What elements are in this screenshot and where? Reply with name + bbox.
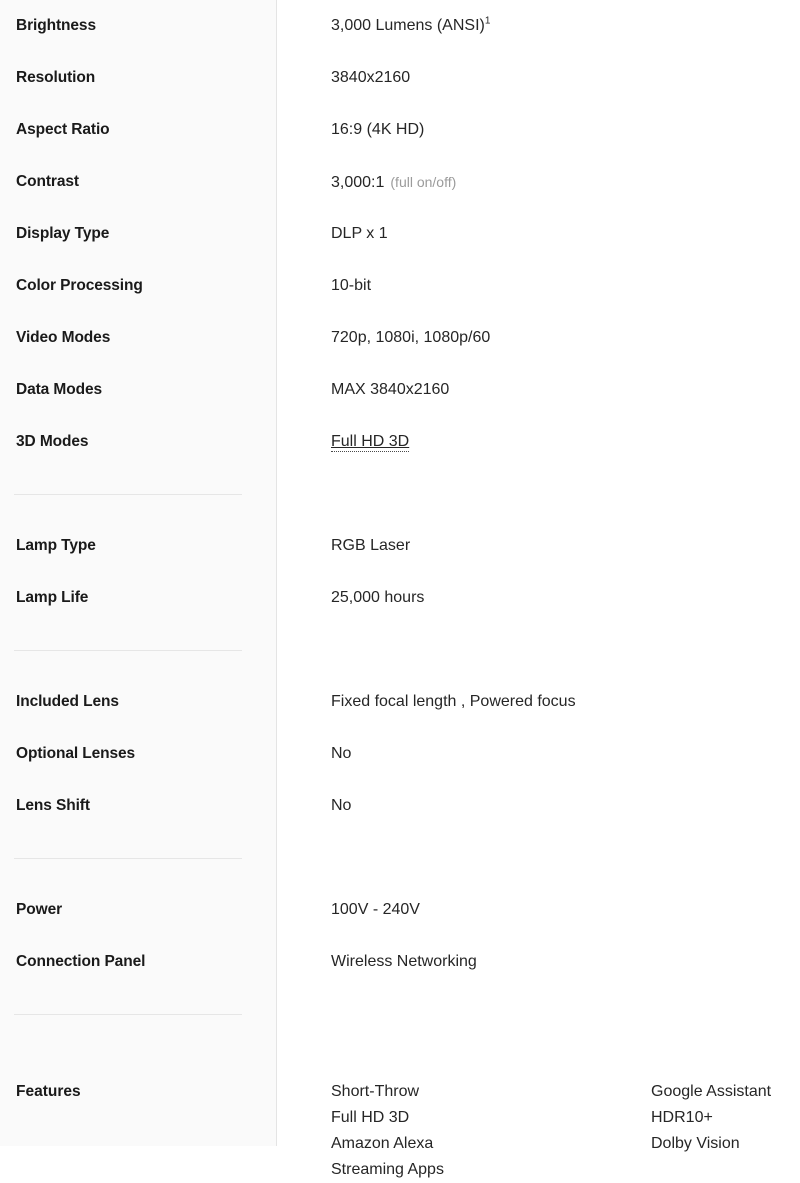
features-columns: Short-Throw Full HD 3D Amazon Alexa Stre… xyxy=(277,1040,800,1183)
spec-value-contrast-text: 3,000:1 xyxy=(331,174,385,191)
feature-item: Full HD 3D xyxy=(331,1109,410,1126)
spec-value-data-modes: MAX 3840x2160 xyxy=(331,381,450,398)
spec-label-lamp-type: Lamp Type xyxy=(16,537,96,554)
spec-value-video-modes: 720p, 1080i, 1080p/60 xyxy=(331,329,491,346)
spec-value-color-processing: 10-bit xyxy=(331,277,372,294)
features-column-2: Google Assistant HDR10+ Dolby Vision xyxy=(651,1079,771,1183)
spec-row-display-type: Display Type DLP x 1 xyxy=(0,208,800,260)
spec-value-display-type: DLP x 1 xyxy=(331,225,388,242)
spec-value-included-lens: Fixed focal length , Powered focus xyxy=(331,693,576,710)
divider-line-features xyxy=(0,988,800,1040)
section-divider-lens xyxy=(0,624,800,676)
spec-value-power: 100V - 240V xyxy=(331,901,420,918)
spec-label-lens-shift: Lens Shift xyxy=(16,797,90,814)
spec-label-data-modes: Data Modes xyxy=(16,381,102,398)
spec-row-included-lens: Included Lens Fixed focal length , Power… xyxy=(0,676,800,728)
spec-label-video-modes: Video Modes xyxy=(16,329,111,346)
spec-label-resolution: Resolution xyxy=(16,69,96,86)
spec-value-brightness-footnote: 1 xyxy=(484,15,491,27)
spec-value-optional-lenses: No xyxy=(331,745,352,762)
feature-item: Streaming Apps xyxy=(331,1161,444,1178)
product-spec-sheet: Brightness 3,000 Lumens (ANSI)1 Resoluti… xyxy=(0,0,800,1178)
spec-value-lamp-type: RGB Laser xyxy=(331,537,411,554)
spec-row-3d-modes: 3D Modes Full HD 3D xyxy=(0,416,800,468)
features-column-1: Short-Throw Full HD 3D Amazon Alexa Stre… xyxy=(331,1079,651,1183)
spec-row-connection-panel: Connection Panel Wireless Networking xyxy=(0,936,800,988)
spec-row-data-modes: Data Modes MAX 3840x2160 xyxy=(0,364,800,416)
spec-label-display-type: Display Type xyxy=(16,225,110,242)
spec-value-3d-modes: Full HD 3D xyxy=(277,416,800,468)
spec-row-resolution: Resolution 3840x2160 xyxy=(0,52,800,104)
feature-item: Google Assistant xyxy=(651,1083,772,1100)
spec-rows-container: Brightness 3,000 Lumens (ANSI)1 Resoluti… xyxy=(0,0,800,1183)
spec-row-contrast: Contrast 3,000:1 (full on/off) xyxy=(0,156,800,208)
spec-value-contrast: 3,000:1 (full on/off) xyxy=(277,156,800,209)
spec-value-3d-modes-tooltip-link[interactable]: Full HD 3D xyxy=(331,433,410,452)
section-divider-features xyxy=(0,988,800,1040)
spec-row-brightness: Brightness 3,000 Lumens (ANSI)1 xyxy=(0,0,800,52)
feature-item: Amazon Alexa xyxy=(331,1135,434,1152)
spec-label-features: Features xyxy=(16,1083,81,1100)
divider-line-lamp xyxy=(0,468,800,520)
spec-row-features: Features Short-Throw Full HD 3D Amazon A… xyxy=(0,1040,800,1183)
spec-value-contrast-note: (full on/off) xyxy=(390,174,457,190)
divider-line-lens xyxy=(0,624,800,676)
feature-item: HDR10+ xyxy=(651,1109,713,1126)
spec-row-lens-shift: Lens Shift No xyxy=(0,780,800,832)
spec-label-3d-modes: 3D Modes xyxy=(16,433,89,450)
spec-label-aspect-ratio: Aspect Ratio xyxy=(16,121,110,138)
spec-label-brightness: Brightness xyxy=(16,17,96,34)
spec-label-power: Power xyxy=(16,901,63,918)
spec-value-lens-shift: No xyxy=(331,797,352,814)
spec-value-lamp-life: 25,000 hours xyxy=(331,589,425,606)
spec-label-contrast: Contrast xyxy=(16,173,79,190)
spec-value-brightness: 3,000 Lumens (ANSI)1 xyxy=(277,0,800,52)
spec-label-color-processing: Color Processing xyxy=(16,277,143,294)
divider-line-connectivity xyxy=(0,832,800,884)
spec-row-optional-lenses: Optional Lenses No xyxy=(0,728,800,780)
section-divider-connectivity xyxy=(0,832,800,884)
spec-value-connection-panel: Wireless Networking xyxy=(331,953,477,970)
spec-row-color-processing: Color Processing 10-bit xyxy=(0,260,800,312)
section-divider-lamp xyxy=(0,468,800,520)
feature-item: Short-Throw xyxy=(331,1083,420,1100)
spec-row-power: Power 100V - 240V xyxy=(0,884,800,936)
spec-label-connection-panel: Connection Panel xyxy=(16,953,146,970)
spec-value-brightness-text: 3,000 Lumens (ANSI) xyxy=(331,17,485,34)
spec-value-resolution: 3840x2160 xyxy=(331,69,411,86)
spec-row-video-modes: Video Modes 720p, 1080i, 1080p/60 xyxy=(0,312,800,364)
spec-label-lamp-life: Lamp Life xyxy=(16,589,89,606)
spec-row-aspect-ratio: Aspect Ratio 16:9 (4K HD) xyxy=(0,104,800,156)
feature-item: Dolby Vision xyxy=(651,1135,740,1152)
spec-row-lamp-life: Lamp Life 25,000 hours xyxy=(0,572,800,624)
spec-row-lamp-type: Lamp Type RGB Laser xyxy=(0,520,800,572)
spec-value-aspect-ratio: 16:9 (4K HD) xyxy=(331,121,425,138)
spec-label-optional-lenses: Optional Lenses xyxy=(16,745,136,762)
spec-label-included-lens: Included Lens xyxy=(16,693,119,710)
